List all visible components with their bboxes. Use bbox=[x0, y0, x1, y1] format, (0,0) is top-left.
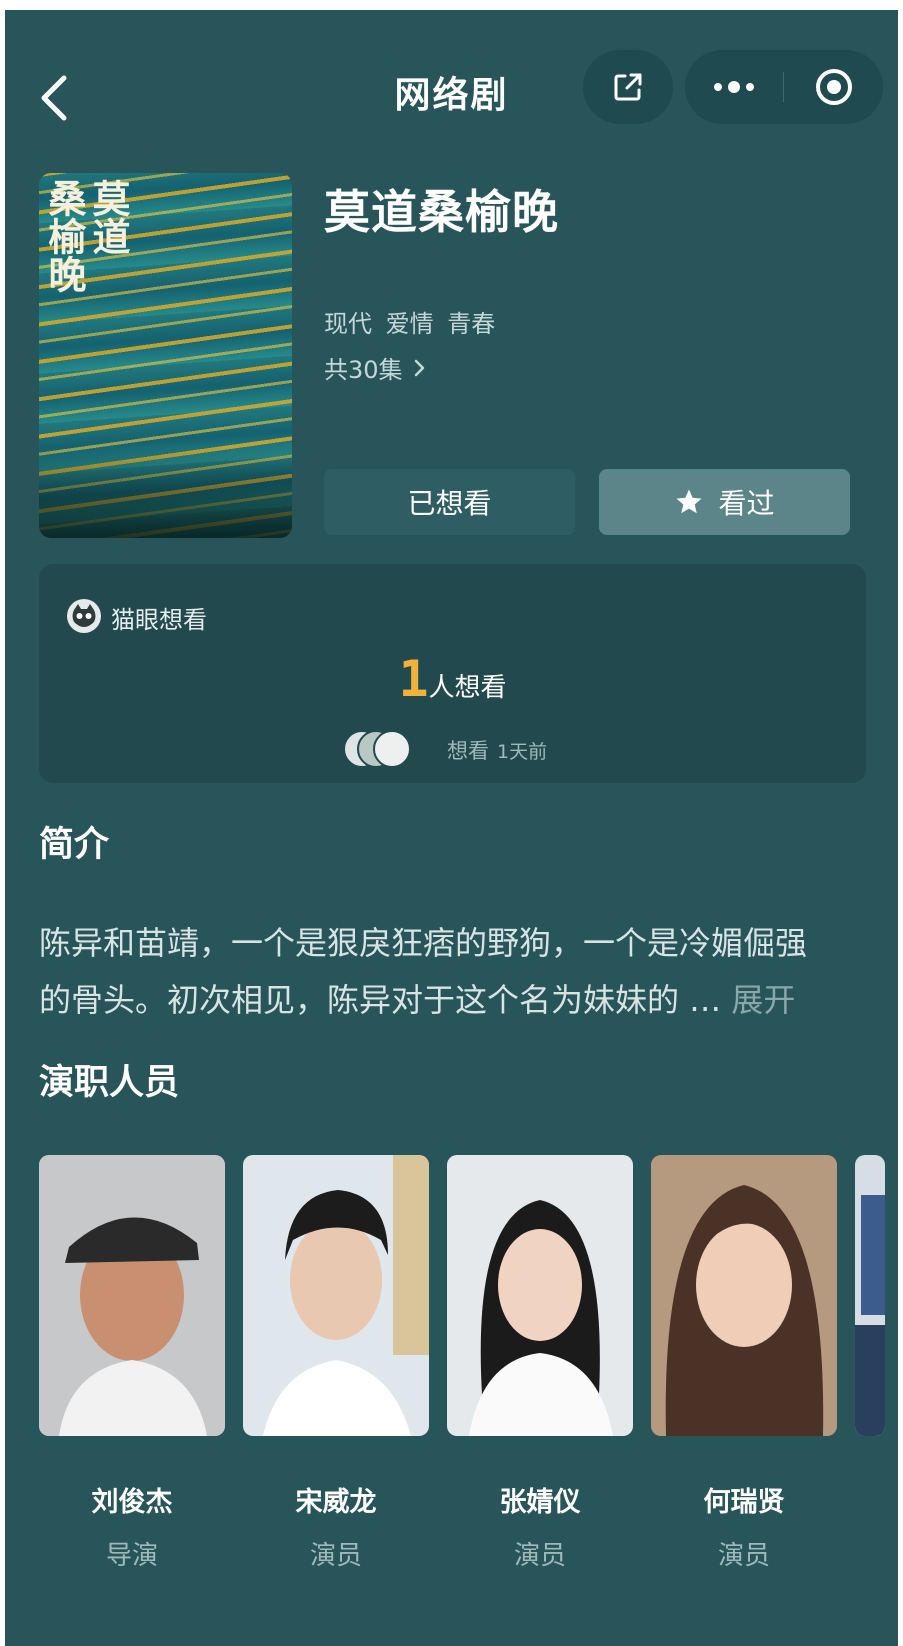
poster-image[interactable]: 莫道 桑榆晚 bbox=[39, 173, 292, 538]
close-mini-program-button[interactable] bbox=[785, 50, 883, 124]
episodes-label: 共30集 bbox=[324, 356, 403, 384]
cast-name: 刘俊杰 bbox=[91, 1487, 173, 1518]
share-button[interactable] bbox=[583, 50, 673, 124]
cast-card[interactable]: 刘俊杰 导演 bbox=[39, 1155, 225, 1571]
cast-name: 张婧仪 bbox=[499, 1487, 581, 1518]
share-external-icon bbox=[614, 73, 642, 101]
intro-line-2-text: 的骨头。初次相见，陈异对于这个名为妹妹的 … bbox=[39, 981, 732, 1019]
episodes-link[interactable]: 共30集 bbox=[324, 350, 429, 385]
star-icon bbox=[676, 489, 702, 514]
cast-card[interactable]: 宋威龙 演员 bbox=[243, 1155, 429, 1571]
cast-list: 刘俊杰 导演 宋威龙 演员 张婧仪 演员 何瑞贤 演员 bbox=[39, 1155, 898, 1575]
want-count-number: 1 bbox=[398, 650, 429, 708]
capsule-divider bbox=[783, 72, 784, 102]
cast-card-partial[interactable] bbox=[855, 1155, 885, 1436]
poster-title-col1: 莫道 bbox=[86, 179, 131, 255]
intro-text: 陈异和苗靖，一个是狠戾狂痞的野狗，一个是冷媚倔强 的骨头。初次相见，陈异对于这个… bbox=[39, 915, 869, 1029]
maoyan-label: 猫眼想看 bbox=[111, 606, 207, 634]
maoyan-logo-icon bbox=[67, 599, 101, 633]
cast-role: 导演 bbox=[105, 1541, 158, 1571]
want-to-watch-card[interactable]: 猫眼想看 1人想看 想看 1天前 bbox=[39, 564, 866, 783]
watched-button[interactable]: 看过 bbox=[599, 469, 850, 535]
want-count: 1人想看 bbox=[39, 650, 866, 708]
wanted-button-label: 已想看 bbox=[407, 487, 492, 520]
app-screen: 网络剧 莫道 桑榆晚 莫道桑榆晚 现代 爱情 青春 共30集 已想看 看过 猫眼… bbox=[5, 10, 898, 1646]
viewer-avatars bbox=[343, 730, 433, 768]
want-meta: 想看 1天前 bbox=[447, 735, 547, 765]
top-nav-bar: 网络剧 bbox=[5, 10, 898, 160]
tag: 爱情 bbox=[385, 310, 434, 338]
cast-name: 宋威龙 bbox=[295, 1487, 377, 1518]
tag: 现代 bbox=[324, 310, 372, 338]
cast-photo bbox=[447, 1155, 633, 1436]
cast-card[interactable]: 何瑞贤 演员 bbox=[651, 1155, 837, 1571]
chevron-right-icon bbox=[414, 359, 424, 376]
poster-title-col2: 桑榆晚 bbox=[42, 179, 87, 293]
cast-photo bbox=[39, 1155, 225, 1436]
watched-button-label: 看过 bbox=[718, 487, 775, 520]
cast-heading: 演职人员 bbox=[39, 1063, 180, 1103]
want-count-unit: 人想看 bbox=[428, 673, 507, 703]
wanted-button[interactable]: 已想看 bbox=[324, 469, 575, 535]
more-dots-icon bbox=[714, 81, 754, 93]
cast-role: 演员 bbox=[309, 1541, 362, 1571]
tag: 青春 bbox=[447, 310, 496, 338]
expand-link[interactable]: 展开 bbox=[731, 981, 795, 1019]
intro-line-1: 陈异和苗靖，一个是狠戾狂痞的野狗，一个是冷媚倔强 bbox=[39, 924, 808, 962]
target-icon bbox=[816, 69, 852, 105]
cast-photo bbox=[651, 1155, 837, 1436]
cast-name: 何瑞贤 bbox=[703, 1487, 785, 1518]
intro-heading: 简介 bbox=[39, 825, 110, 865]
cast-card[interactable]: 张婧仪 演员 bbox=[447, 1155, 633, 1571]
avatar bbox=[373, 730, 411, 768]
cast-photo bbox=[855, 1155, 885, 1436]
cast-role: 演员 bbox=[717, 1541, 770, 1571]
show-title: 莫道桑榆晚 bbox=[324, 185, 559, 239]
cast-photo bbox=[243, 1155, 429, 1436]
mini-program-capsule bbox=[685, 50, 883, 124]
cast-role: 演员 bbox=[513, 1541, 566, 1571]
genre-tags: 现代 爱情 青春 bbox=[324, 304, 501, 339]
want-meta-time: 1天前 bbox=[497, 741, 548, 763]
want-meta-label: 想看 bbox=[447, 739, 489, 763]
more-button[interactable] bbox=[685, 50, 783, 124]
intro-line-2: 的骨头。初次相见，陈异对于这个名为妹妹的 … 展开 bbox=[39, 972, 869, 1029]
